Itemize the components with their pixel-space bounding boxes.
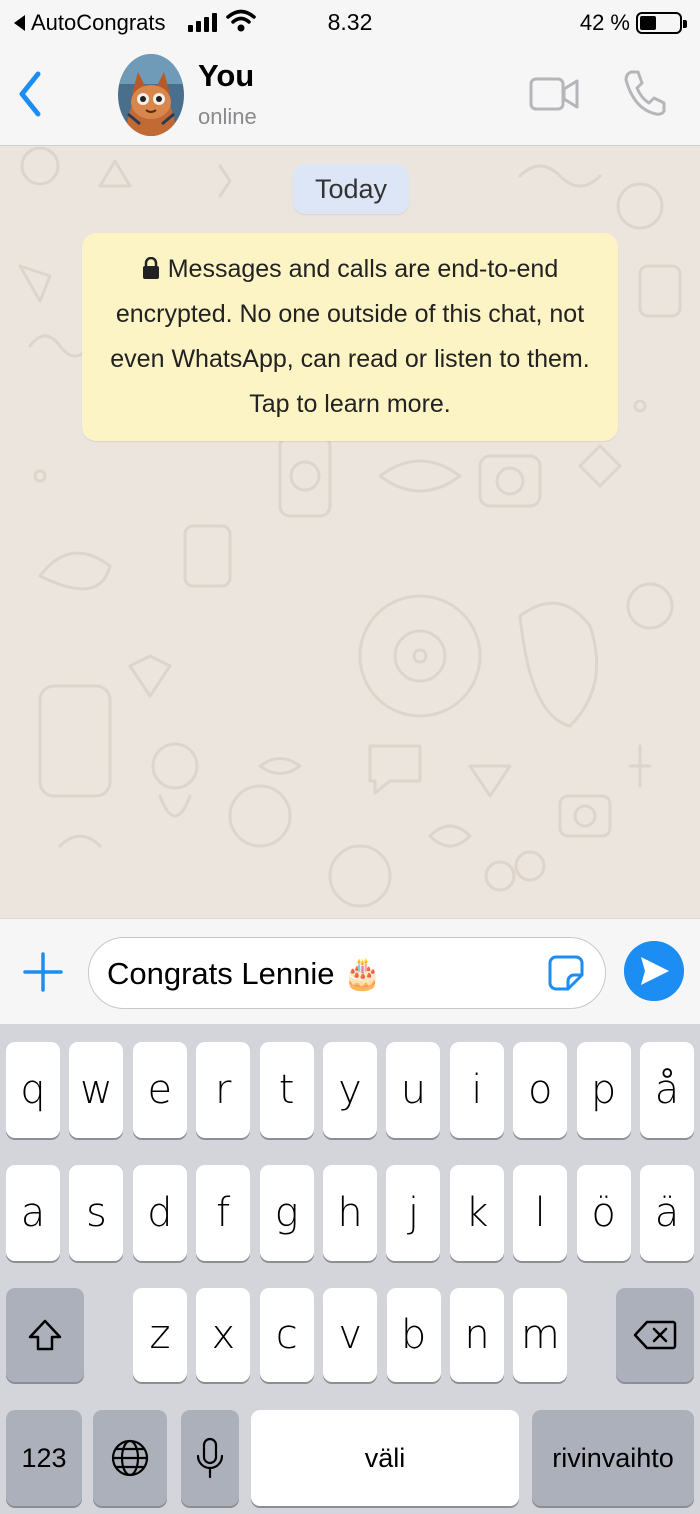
globe-icon xyxy=(111,1439,149,1477)
key-h[interactable]: h xyxy=(323,1165,377,1261)
shift-key[interactable] xyxy=(6,1288,84,1382)
key-t[interactable]: t xyxy=(259,1042,314,1138)
avatar[interactable] xyxy=(118,54,184,136)
key-å[interactable]: å xyxy=(640,1042,694,1138)
contact-status: online xyxy=(198,104,257,129)
key-r[interactable]: r xyxy=(196,1042,251,1138)
key-i[interactable]: i xyxy=(449,1042,504,1138)
chat-header: You online xyxy=(0,48,700,146)
return-key[interactable]: rivinvaihto xyxy=(532,1410,694,1506)
space-key[interactable]: väli xyxy=(251,1410,519,1506)
microphone-icon xyxy=(196,1437,224,1479)
video-call-icon[interactable] xyxy=(528,74,580,114)
message-input-text: Congrats Lennie 🎂 xyxy=(107,955,382,991)
backspace-icon xyxy=(633,1320,677,1350)
key-ö[interactable]: ö xyxy=(576,1165,631,1261)
key-e[interactable]: e xyxy=(132,1042,187,1138)
key-f[interactable]: f xyxy=(196,1165,251,1261)
key-v[interactable]: v xyxy=(323,1288,378,1382)
contact-name[interactable]: You xyxy=(198,58,254,94)
sticker-icon[interactable] xyxy=(548,955,584,991)
globe-key[interactable] xyxy=(93,1410,167,1506)
key-m[interactable]: m xyxy=(513,1288,568,1382)
key-q[interactable]: q xyxy=(6,1042,60,1138)
key-ä[interactable]: ä xyxy=(640,1165,694,1261)
backspace-key[interactable] xyxy=(616,1288,694,1382)
key-u[interactable]: u xyxy=(386,1042,441,1138)
send-icon[interactable] xyxy=(624,941,684,1001)
encryption-notice-text: Messages and calls are end-to-end encryp… xyxy=(110,255,590,418)
key-l[interactable]: l xyxy=(513,1165,568,1261)
key-b[interactable]: b xyxy=(386,1288,441,1382)
date-chip: Today xyxy=(293,164,409,214)
chat-area[interactable]: Today Messages and calls are end-to-end … xyxy=(0,146,700,918)
lock-icon xyxy=(142,257,159,279)
key-z[interactable]: z xyxy=(133,1288,187,1382)
phone-icon[interactable] xyxy=(622,68,666,118)
key-y[interactable]: y xyxy=(323,1042,377,1138)
key-a[interactable]: a xyxy=(6,1165,60,1261)
key-d[interactable]: d xyxy=(132,1165,187,1261)
attach-plus-icon[interactable] xyxy=(22,951,64,993)
key-p[interactable]: p xyxy=(576,1042,631,1138)
key-k[interactable]: k xyxy=(449,1165,504,1261)
key-w[interactable]: w xyxy=(69,1042,124,1138)
key-c[interactable]: c xyxy=(259,1288,314,1382)
numbers-key[interactable]: 123 xyxy=(6,1410,82,1506)
key-o[interactable]: o xyxy=(513,1042,568,1138)
back-chevron-icon[interactable] xyxy=(14,70,46,118)
shift-arrow-icon xyxy=(28,1319,62,1351)
battery-percentage: 42 % xyxy=(579,10,630,35)
status-bar: AutoCongrats 8.32 42 % xyxy=(0,0,700,48)
dictation-key[interactable] xyxy=(181,1410,239,1506)
keyboard: 123 väli rivinvaihto qwertyuiopå asdfghjk… xyxy=(0,1024,700,1514)
key-s[interactable]: s xyxy=(69,1165,124,1261)
battery-icon xyxy=(636,12,687,34)
message-input[interactable]: Congrats Lennie 🎂 xyxy=(88,937,606,1009)
key-x[interactable]: x xyxy=(196,1288,251,1382)
key-n[interactable]: n xyxy=(450,1288,504,1382)
key-g[interactable]: g xyxy=(259,1165,314,1261)
encryption-notice[interactable]: Messages and calls are end-to-end encryp… xyxy=(82,233,618,441)
key-j[interactable]: j xyxy=(386,1165,441,1261)
composer-bar: Congrats Lennie 🎂 xyxy=(0,918,700,1024)
